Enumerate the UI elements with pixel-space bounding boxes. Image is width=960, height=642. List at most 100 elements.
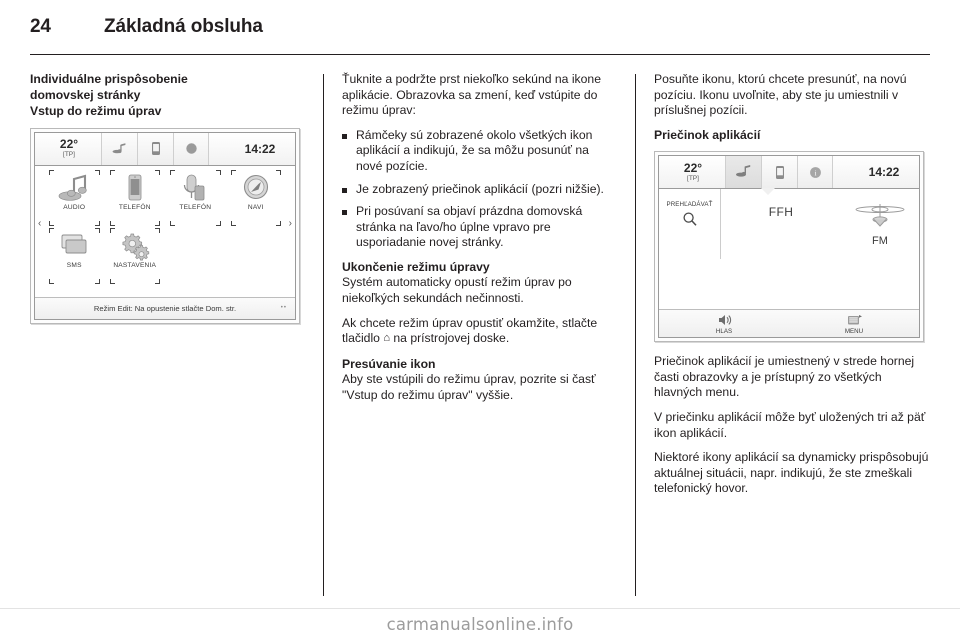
tp-indicator-2: [TP] <box>687 174 699 182</box>
app-tray-2: i <box>725 156 833 189</box>
band-selector[interactable]: FM <box>841 189 919 309</box>
app-tray <box>101 132 209 165</box>
edit-mode-hint-text: Režim Edit: Na opustenie stlačte Dom. st… <box>93 303 237 313</box>
radio-footer-bar: HLAS MENU <box>659 309 919 338</box>
list-item: Pri posúvaní sa objaví prázdna domovská … <box>342 204 618 251</box>
exit-edit-heading: Ukončenie režimu úpravy <box>342 259 490 274</box>
edit-bracket-icon <box>155 278 160 284</box>
app-tile-telefon-2[interactable]: TELEFÓN <box>166 169 225 228</box>
exit-text-after: na prístrojovej doske. <box>389 331 510 346</box>
app-tile-nastavenia[interactable]: NASTAVENIA <box>106 227 165 286</box>
app-tile-navi[interactable]: NAVI <box>227 169 286 228</box>
exit-paragraph-2: Ak chcete režim úprav opustiť okamžite, … <box>342 316 618 348</box>
exit-paragraph-1: Systém automaticky opustí režim úprav po… <box>342 275 572 306</box>
clock-display: 14:22 <box>244 141 276 156</box>
edit-bracket-icon <box>94 220 100 226</box>
tray-record-icon[interactable] <box>173 132 209 165</box>
next-page-arrow[interactable]: › <box>289 218 292 229</box>
prev-page-arrow[interactable]: ‹ <box>38 218 41 229</box>
edit-bracket-icon <box>155 220 160 226</box>
footer-divider <box>0 608 960 609</box>
gears-icon <box>122 233 149 260</box>
temperature-display: 22° [TP] <box>35 133 101 165</box>
subsection-heading: Vstup do režimu úprav <box>30 104 162 118</box>
edit-bracket-icon <box>109 227 115 233</box>
edit-bracket-icon <box>230 169 236 175</box>
home-button-glyph-icon: ⌂ <box>383 332 390 345</box>
browse-button[interactable]: PREHĽADÁVAŤ <box>659 189 721 260</box>
clock-display-2: 14:22 <box>868 165 900 180</box>
site-watermark: carmanualsonline.info <box>386 615 574 634</box>
tray-phone-icon-2[interactable] <box>761 156 797 189</box>
station-name: FFH <box>768 205 794 220</box>
edit-bracket-icon <box>49 169 54 175</box>
section-heading-line2: domovskej stránky <box>30 87 141 102</box>
edit-bracket-icon <box>215 220 221 226</box>
app-folder-pointer-icon <box>761 188 775 196</box>
infotainment-device-frame-2: 22° [TP] i 14:22 PREHĽADÁVAŤ FFH FM HLAS… <box>654 151 924 343</box>
left-column: Individuálne prispôsobenie domovskej str… <box>30 72 306 597</box>
home-screen-body: AUDIO TELEFÓN TELEFÓN NAVI SMS NASTAVENI… <box>35 165 295 297</box>
tray-info-icon[interactable]: i <box>797 156 833 189</box>
edit-bracket-icon <box>49 220 54 226</box>
folder-paragraph-3: Niektoré ikony aplikácií sa dynamicky pr… <box>654 450 929 496</box>
app-label: TELEFÓN <box>118 203 151 211</box>
edit-bracket-icon <box>109 169 115 175</box>
edit-bracket-icon <box>94 278 100 284</box>
radio-screen-body: PREHĽADÁVAŤ FFH FM <box>659 188 919 310</box>
middle-column: Ťuknite a podržte prst niekoľko sekúnd n… <box>342 72 618 597</box>
station-display: FFH <box>721 189 841 309</box>
edit-bracket-icon <box>276 169 281 175</box>
move-icons-heading: Presúvanie ikon <box>342 356 436 371</box>
app-label: SMS <box>66 261 82 269</box>
tray-audio-icon[interactable] <box>101 132 137 165</box>
intro-paragraph: Ťuknite a podržte prst niekoľko sekúnd n… <box>342 72 601 118</box>
column-gap-1 <box>306 72 342 597</box>
tray-audio-icon-2[interactable] <box>725 156 761 189</box>
section-heading-line1: Individuálne prispôsobenie <box>30 72 188 86</box>
edit-bracket-icon <box>230 220 236 226</box>
header-divider <box>30 54 930 55</box>
infotainment-device-frame: 22° [TP] 14:22 AUDIO TELEFÓN TELEFÓN NAV… <box>30 127 300 324</box>
status-bar: 22° [TP] 14:22 <box>35 132 295 166</box>
edit-bracket-icon <box>170 169 175 175</box>
infotainment-screen: 22° [TP] 14:22 AUDIO TELEFÓN TELEFÓN NAV… <box>34 131 296 320</box>
compass-icon <box>243 174 268 199</box>
list-item: Je zobrazený priečinok aplikácií (pozri … <box>342 182 618 198</box>
edit-bracket-icon <box>155 169 160 175</box>
app-tile-telefon-1[interactable]: TELEFÓN <box>106 169 165 228</box>
radio-screen-figure: 22° [TP] i 14:22 PREHĽADÁVAŤ FFH FM HLAS… <box>654 151 930 343</box>
column-divider <box>323 74 324 596</box>
page-number: 24 <box>30 16 51 37</box>
status-bar-spacer <box>209 133 225 165</box>
app-label: NAVI <box>247 203 264 211</box>
edit-bracket-icon <box>109 278 115 284</box>
tuner-dial-icon <box>855 204 905 228</box>
edit-bracket-icon <box>155 227 160 233</box>
temperature-value: 22° <box>59 137 79 151</box>
audio-note-icon <box>58 174 87 201</box>
section-heading: Individuálne prispôsobenie domovskej str… <box>30 72 306 103</box>
app-label: TELEFÓN <box>179 203 212 211</box>
edit-bracket-icon <box>49 278 54 284</box>
page-header: 24 Základná obsluha <box>30 16 930 46</box>
move-paragraph-2: Posuňte ikonu, ktorú chcete presunúť, na… <box>654 72 907 118</box>
app-label: NASTAVENIA <box>113 261 157 269</box>
menu-button[interactable]: MENU <box>789 310 919 337</box>
app-tile-audio[interactable]: AUDIO <box>45 169 104 228</box>
temperature-display-2: 22° [TP] <box>659 156 725 188</box>
band-label: FM <box>872 235 888 248</box>
tray-phone-icon[interactable] <box>137 132 173 165</box>
app-icon-grid: AUDIO TELEFÓN TELEFÓN NAVI SMS NASTAVENI… <box>45 169 286 286</box>
magnifier-icon <box>682 212 697 227</box>
app-tile-sms[interactable]: SMS <box>45 227 104 286</box>
move-paragraph-1: Aby ste vstúpili do režimu úprav, pozrit… <box>342 372 596 402</box>
voice-label: HLAS <box>715 327 733 335</box>
browse-label: PREHĽADÁVAŤ <box>666 201 713 209</box>
radio-screen: 22° [TP] i 14:22 PREHĽADÁVAŤ FFH FM HLAS… <box>658 155 920 339</box>
voice-button[interactable]: HLAS <box>659 310 789 337</box>
edit-bracket-icon <box>215 169 221 175</box>
tp-indicator: [TP] <box>63 151 75 158</box>
page-indicator-dots: •• <box>280 304 287 311</box>
manual-page: 24 Základná obsluha Individuálne prispôs… <box>0 0 960 642</box>
